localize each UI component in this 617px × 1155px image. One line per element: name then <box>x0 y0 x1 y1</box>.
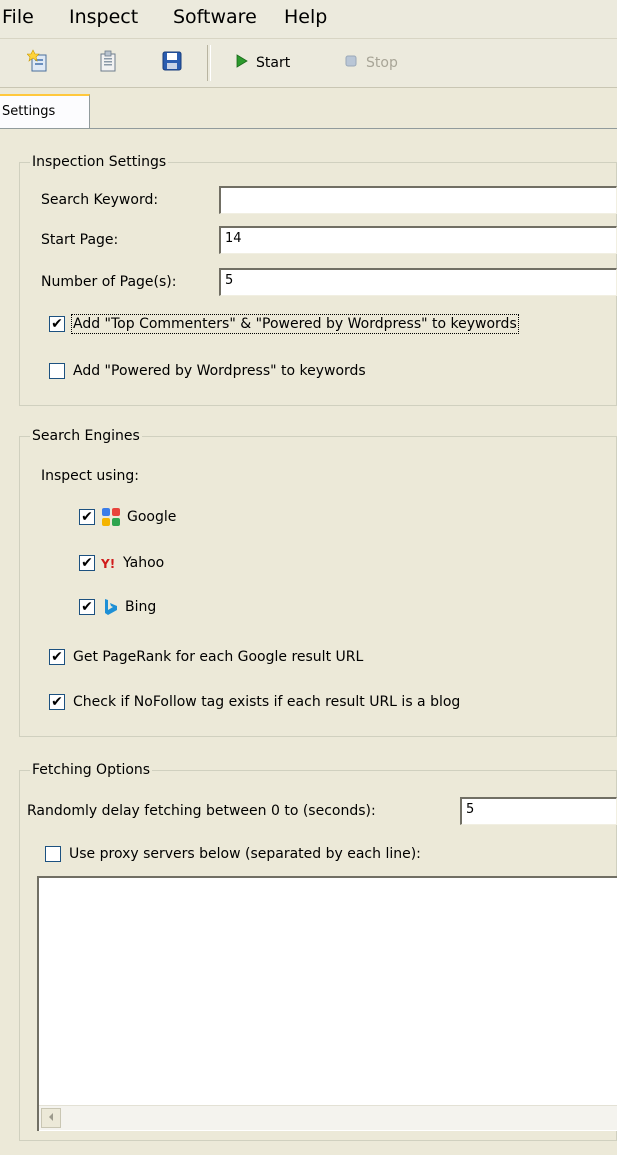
new-button[interactable] <box>26 49 51 77</box>
inspect-using-label: Inspect using: <box>41 468 139 484</box>
toolbar: Start Stop <box>0 39 617 88</box>
start-button[interactable]: Start <box>236 50 290 76</box>
stop-button[interactable]: Stop <box>344 50 398 76</box>
num-pages-input[interactable]: 5 <box>219 268 617 296</box>
menu-software[interactable]: Software <box>173 6 257 28</box>
scroll-left-button[interactable] <box>41 1108 61 1128</box>
yahoo-label: Yahoo <box>123 555 165 571</box>
top-commenters-label: Add "Top Commenters" & "Powered by Wordp… <box>71 314 519 334</box>
pagerank-checkbox-row[interactable]: ✔ Get PageRank for each Google result UR… <box>49 649 363 665</box>
top-commenters-checkbox-row[interactable]: ✔ Add "Top Commenters" & "Powered by Wor… <box>49 314 519 334</box>
powered-by-checkbox[interactable] <box>49 363 65 379</box>
bing-icon <box>101 597 121 617</box>
new-document-icon <box>26 49 51 77</box>
powered-by-checkbox-row[interactable]: Add "Powered by Wordpress" to keywords <box>49 363 366 379</box>
open-icon <box>96 49 120 77</box>
google-icon <box>101 507 121 527</box>
start-page-input[interactable]: 14 <box>219 226 617 254</box>
menu-bar: File Inspect Software Help <box>0 0 617 39</box>
num-pages-label: Number of Page(s): <box>41 274 177 290</box>
nofollow-checkbox[interactable]: ✔ <box>49 694 65 710</box>
yahoo-checkbox-row[interactable]: ✔ Y! Yahoo <box>79 553 164 573</box>
google-checkbox[interactable]: ✔ <box>79 509 95 525</box>
start-page-label: Start Page: <box>41 232 119 248</box>
proxy-servers-textarea[interactable] <box>37 876 617 1131</box>
proxy-checkbox[interactable] <box>45 846 61 862</box>
bing-checkbox-row[interactable]: ✔ Bing <box>79 597 156 617</box>
delay-input[interactable]: 5 <box>460 797 617 825</box>
powered-by-label: Add "Powered by Wordpress" to keywords <box>73 363 366 379</box>
stop-label: Stop <box>366 55 398 71</box>
start-label: Start <box>256 55 291 71</box>
play-icon <box>236 54 248 72</box>
open-button[interactable] <box>96 50 120 76</box>
search-keyword-label: Search Keyword: <box>41 192 159 208</box>
proxy-label: Use proxy servers below (separated by ea… <box>69 846 421 862</box>
tab-strip: Settings <box>0 92 617 129</box>
yahoo-checkbox[interactable]: ✔ <box>79 555 95 571</box>
nofollow-checkbox-row[interactable]: ✔ Check if NoFollow tag exists if each r… <box>49 694 460 710</box>
pagerank-checkbox[interactable]: ✔ <box>49 649 65 665</box>
pagerank-label: Get PageRank for each Google result URL <box>73 649 364 665</box>
search-keyword-input[interactable] <box>219 186 617 214</box>
google-label: Google <box>127 509 177 525</box>
bing-label: Bing <box>125 599 157 615</box>
save-icon <box>160 49 184 77</box>
search-engines-title: Search Engines <box>30 427 142 445</box>
toolbar-separator <box>207 45 211 81</box>
nofollow-label: Check if NoFollow tag exists if each res… <box>73 694 461 710</box>
fetching-options-title: Fetching Options <box>30 761 153 779</box>
horizontal-scrollbar[interactable] <box>39 1105 617 1130</box>
menu-help[interactable]: Help <box>284 6 327 28</box>
svg-text:Y!: Y! <box>101 557 115 571</box>
delay-label: Randomly delay fetching between 0 to (se… <box>27 803 376 819</box>
stop-icon <box>344 54 358 72</box>
arrow-left-icon <box>47 1110 55 1126</box>
bing-checkbox[interactable]: ✔ <box>79 599 95 615</box>
yahoo-icon: Y! <box>101 553 121 573</box>
menu-file[interactable]: File <box>2 6 34 28</box>
menu-inspect[interactable]: Inspect <box>69 6 138 28</box>
save-button[interactable] <box>160 50 184 76</box>
top-commenters-checkbox[interactable]: ✔ <box>49 316 65 332</box>
google-checkbox-row[interactable]: ✔ Google <box>79 507 176 527</box>
tab-settings[interactable]: Settings <box>0 94 90 128</box>
proxy-checkbox-row[interactable]: Use proxy servers below (separated by ea… <box>45 846 421 862</box>
inspection-settings-title: Inspection Settings <box>30 153 169 171</box>
